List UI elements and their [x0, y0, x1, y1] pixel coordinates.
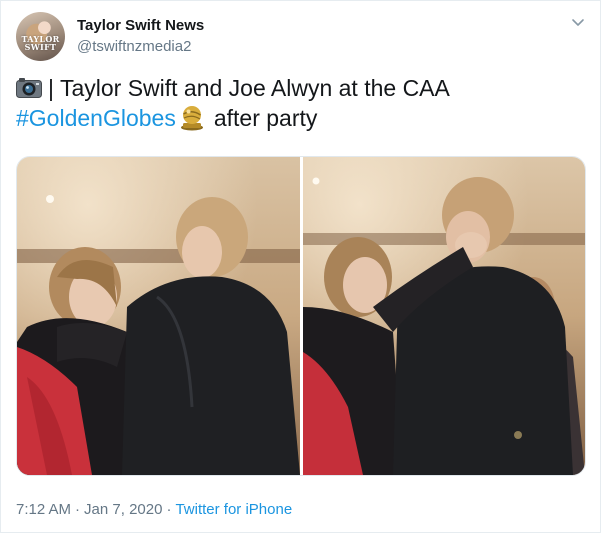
photo-1[interactable]: [17, 157, 300, 475]
tweet-time[interactable]: 7:12 AM: [16, 501, 71, 518]
tweet-text-main: | Taylor Swift and Joe Alwyn at the CAA: [48, 75, 450, 101]
camera-icon: [16, 78, 42, 98]
chevron-down-icon[interactable]: [571, 18, 585, 28]
photo-2[interactable]: [303, 157, 585, 475]
hashtag-link[interactable]: #GoldenGlobes: [16, 103, 176, 133]
footer-separator-2: ·: [166, 501, 172, 518]
tweet-text-line-1: | Taylor Swift and Joe Alwyn at the CAA: [16, 73, 576, 103]
golden-globe-icon: [180, 106, 203, 131]
media-grid: [16, 156, 586, 476]
author-display-name[interactable]: Taylor Swift News: [77, 16, 204, 35]
tweet-header: TAYLOR SWIFT Taylor Swift News @tswiftnz…: [16, 12, 585, 62]
footer-separator: ·: [75, 501, 81, 518]
author-names: Taylor Swift News @tswiftnzmedia2: [77, 16, 204, 56]
author-handle[interactable]: @tswiftnzmedia2: [77, 37, 204, 56]
tweet-source-link[interactable]: Twitter for iPhone: [175, 501, 292, 518]
tweet-text-tail: after party: [213, 105, 318, 131]
avatar[interactable]: TAYLOR SWIFT: [16, 12, 65, 61]
tweet-text: | Taylor Swift and Joe Alwyn at the CAA …: [16, 73, 576, 133]
tweet-text-line-2: #GoldenGlobes after party: [16, 103, 576, 133]
tweet-card: TAYLOR SWIFT Taylor Swift News @tswiftnz…: [0, 0, 601, 533]
tweet-footer: 7:12 AM · Jan 7, 2020 · Twitter for iPhone: [16, 501, 292, 518]
tweet-date[interactable]: Jan 7, 2020: [84, 501, 162, 518]
avatar-logo-text: TAYLOR SWIFT: [21, 34, 60, 52]
